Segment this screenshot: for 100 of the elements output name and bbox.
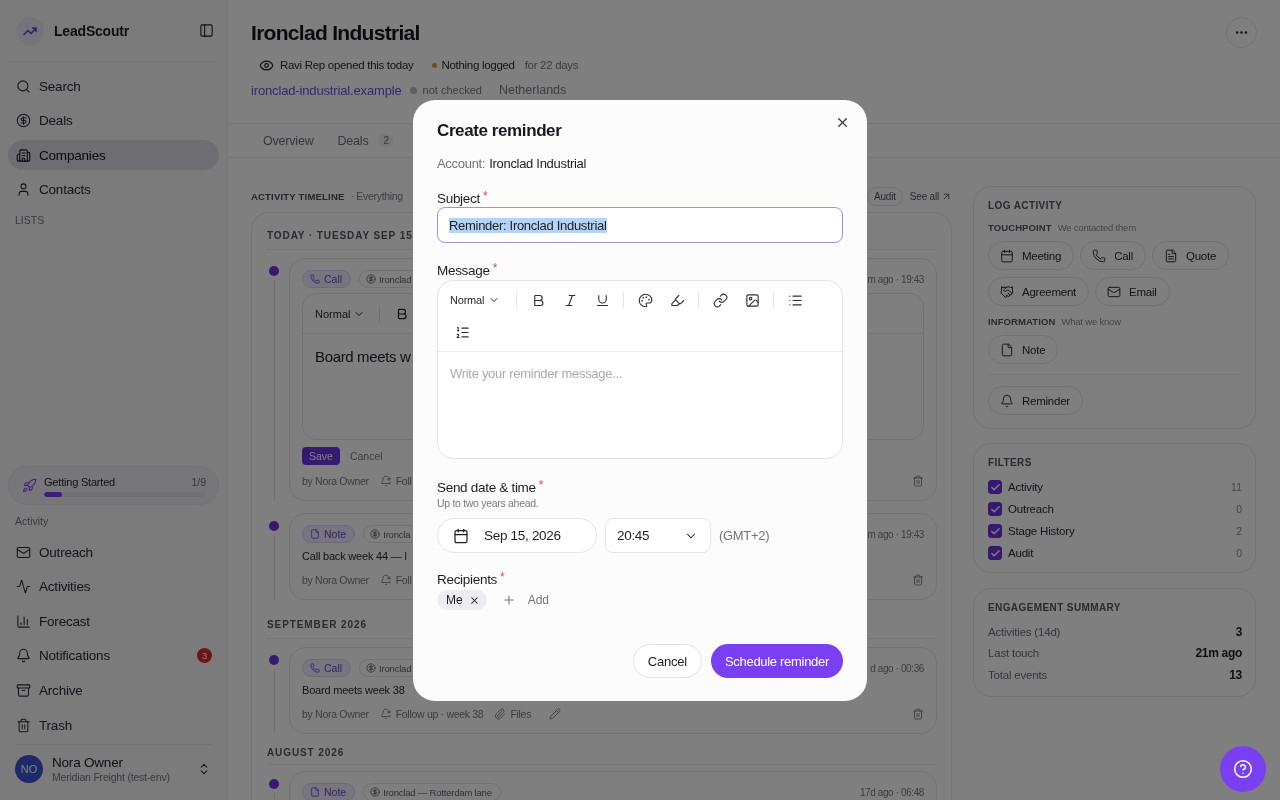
cancel-link[interactable]: Cancel: [349, 450, 383, 462]
required-mark: *: [500, 571, 505, 583]
highlighter-icon[interactable]: [669, 292, 685, 308]
field-label: Send date & time: [437, 479, 536, 495]
type-label: Call: [324, 273, 343, 285]
pulse-line-icon: [16, 579, 31, 595]
group-heading: TOUCHPOINT: [988, 222, 1052, 233]
sidebar-toggle-icon[interactable]: [199, 23, 214, 38]
message-input[interactable]: Write your reminder message...: [438, 352, 842, 458]
bullet-list-icon[interactable]: [787, 292, 803, 308]
author-text: by Nora Owner: [302, 475, 369, 487]
account-name: Ironclad Industrial: [489, 155, 587, 171]
bell-plus-icon: [379, 708, 392, 720]
log-action-button[interactable]: Note: [988, 335, 1059, 364]
checkbox[interactable]: [988, 480, 1002, 494]
tab[interactable]: Overview: [251, 124, 326, 157]
filter-label: Audit: [1008, 547, 1034, 559]
log-action-button[interactable]: Call: [1080, 241, 1146, 270]
numbered-list-icon[interactable]: [454, 324, 470, 340]
nav-item[interactable]: Archive: [8, 675, 219, 706]
tab[interactable]: Deals 2: [325, 124, 406, 157]
close-icon[interactable]: [835, 115, 850, 130]
log-action-button[interactable]: Quote: [1152, 241, 1230, 270]
type-label: Note: [324, 786, 347, 798]
trash-can-icon[interactable]: [912, 574, 924, 586]
section-subheading: · Everything: [350, 190, 403, 202]
schedule-button[interactable]: Schedule reminder: [710, 644, 843, 678]
timeline-dot-icon: [269, 655, 279, 665]
filter-count: 11: [1231, 481, 1242, 493]
tab-count-badge: 2: [378, 134, 394, 147]
required-mark: *: [492, 262, 498, 274]
nav-item[interactable]: Trash: [8, 710, 219, 740]
nav-item[interactable]: Search: [8, 71, 219, 101]
message-editor[interactable]: Normal Write your reminder message...: [437, 280, 843, 459]
format-dropdown[interactable]: Normal: [446, 288, 505, 312]
recipient-chip[interactable]: Me: [437, 590, 487, 610]
underline-icon[interactable]: [594, 292, 610, 308]
section-heading: Activity: [15, 514, 49, 529]
date-input[interactable]: Sep 15, 2026: [437, 518, 597, 553]
author-text: by Nora Owner: [302, 708, 369, 720]
palette-icon[interactable]: [637, 292, 653, 308]
help-icon: [1233, 759, 1253, 779]
link-icon[interactable]: [712, 292, 728, 308]
dollar-circle-icon: [370, 529, 381, 539]
file-icon: [310, 787, 320, 797]
subject-input[interactable]: Reminder: Ironclad Industrial: [437, 207, 843, 243]
log-action-button[interactable]: Email: [1095, 277, 1170, 306]
group-heading: INFORMATION: [988, 316, 1056, 327]
image-icon[interactable]: [744, 292, 760, 308]
format-dropdown[interactable]: Normal: [315, 307, 366, 320]
plus-icon: [501, 593, 516, 607]
cancel-button[interactable]: Cancel: [632, 644, 702, 678]
count-badge: 3: [197, 648, 212, 664]
files-link[interactable]: Files: [494, 708, 532, 720]
checkbox[interactable]: [988, 524, 1002, 538]
deal-chip[interactable]: Ironclad — Rotterdam lane: [363, 783, 501, 800]
domain-link[interactable]: ironclad-industrial.example: [251, 82, 402, 98]
bell-plus-icon: [379, 475, 392, 487]
nav-item[interactable]: Companies: [8, 140, 219, 171]
nav-item[interactable]: Outreach: [8, 537, 219, 568]
stat-label: Total events: [988, 668, 1047, 681]
progress-count: 1/9: [191, 475, 206, 488]
bell-icon: [1000, 393, 1014, 408]
reminder-button[interactable]: Reminder: [988, 386, 1083, 415]
filter-label: Activity: [1008, 481, 1043, 493]
pencil-icon[interactable]: [549, 708, 562, 720]
nav-item[interactable]: Contacts: [8, 174, 219, 205]
required-mark: *: [538, 479, 544, 491]
section-heading: ACTIVITY TIMELINE: [251, 190, 345, 202]
activity-text: Call back week 44 — l: [302, 549, 407, 564]
trend-logo-icon: [16, 16, 44, 45]
trash-can-icon[interactable]: [912, 475, 924, 487]
log-action-button[interactable]: Meeting: [988, 241, 1075, 270]
stat-label: Last touch: [988, 647, 1040, 660]
italic-icon[interactable]: [562, 292, 578, 308]
time-select[interactable]: 20:45: [605, 518, 711, 553]
section-heading: LISTS: [15, 212, 45, 227]
remove-icon[interactable]: [468, 594, 480, 606]
log-status: Nothing logged: [441, 59, 515, 71]
check-icon: [989, 481, 1001, 493]
nav-item[interactable]: Notifications 3: [8, 640, 219, 671]
filter-chip[interactable]: Audit: [867, 186, 903, 206]
trash-can-icon[interactable]: [912, 708, 924, 720]
save-button[interactable]: Save: [302, 447, 340, 465]
bar-chart-icon: [16, 613, 31, 629]
user-organization: Meridian Freight (test-env): [52, 770, 170, 784]
checkbox[interactable]: [988, 546, 1002, 560]
check-icon: [989, 525, 1001, 537]
user-name: Nora Owner: [52, 753, 123, 771]
phone-icon: [1092, 248, 1107, 263]
timeline-dot-icon: [269, 779, 279, 789]
add-recipient-button[interactable]: Add: [501, 593, 550, 607]
nav-item[interactable]: Deals: [8, 105, 219, 136]
log-action-button[interactable]: Agreement: [988, 277, 1089, 306]
nav-item[interactable]: Forecast: [8, 606, 219, 637]
nav-item[interactable]: Activities: [8, 571, 219, 602]
check-icon: [989, 503, 1001, 515]
see-all-link[interactable]: See all: [909, 190, 952, 202]
checkbox[interactable]: [988, 502, 1002, 516]
stat-value: 3: [1235, 624, 1242, 639]
